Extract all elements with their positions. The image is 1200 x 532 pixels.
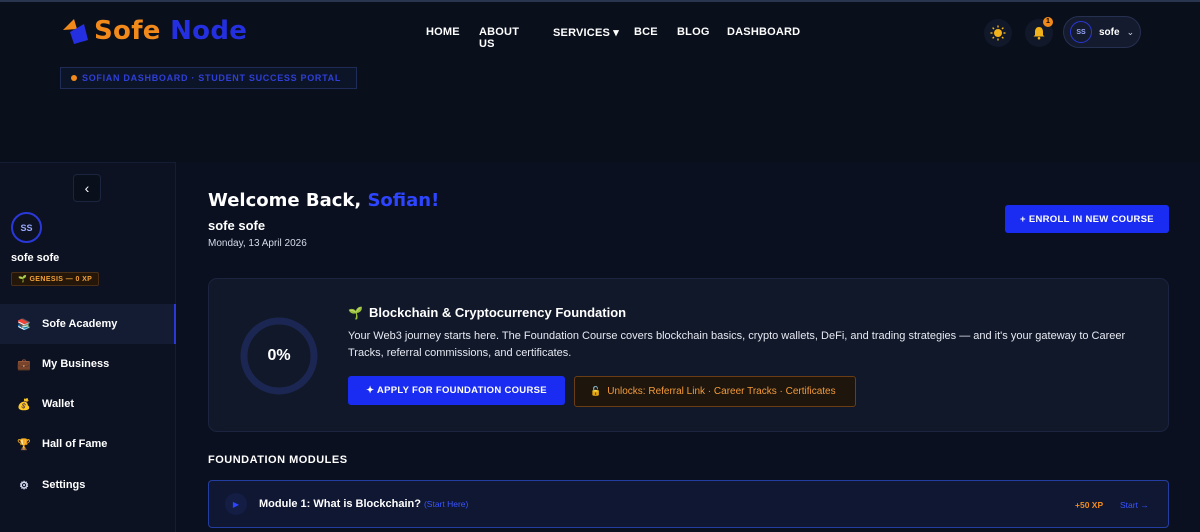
status-dot-icon: [71, 75, 77, 81]
user-menu-button[interactable]: SS sofe ⌄: [1063, 16, 1141, 48]
module-xp: +50 XP: [1075, 500, 1104, 510]
briefcase-icon: 💼: [17, 358, 31, 371]
unlocks-label: Unlocks: Referral Link · Career Tracks ·…: [607, 386, 836, 397]
chevron-down-icon: ⌄: [1126, 26, 1135, 37]
course-title: 🌱 Blockchain & Cryptocurrency Foundation: [348, 305, 627, 320]
sidebar-item-label: My Business: [42, 358, 110, 370]
module-start-link[interactable]: Start →: [1120, 500, 1149, 510]
module-hint: (Start Here): [423, 499, 469, 509]
nav-home[interactable]: HOME: [426, 26, 460, 38]
logo-text: Sofe Node: [94, 16, 248, 46]
course-description: Your Web3 journey starts here. The Found…: [348, 330, 1126, 359]
enroll-new-course-button[interactable]: + ENROLL IN NEW COURSE: [1005, 205, 1169, 233]
sidebar-item-sofe-academy[interactable]: 📚 Sofe Academy: [0, 304, 176, 344]
foundation-modules-heading: FOUNDATION MODULES: [208, 454, 348, 466]
xp-badge: 🌱 GENESIS — 0 XP: [11, 272, 100, 286]
page-title: Welcome Back, Sofian!: [208, 190, 440, 211]
sidebar-item-label: Settings: [42, 479, 86, 491]
sprout-icon: 🌱: [348, 305, 363, 320]
foundation-course-card: 0% 🌱 Blockchain & Cryptocurrency Foundat…: [208, 278, 1169, 432]
user-name: sofe: [1099, 26, 1120, 38]
apply-foundation-course-button[interactable]: ✦ APPLY FOR FOUNDATION COURSE: [348, 376, 565, 405]
sidebar-item-label: Wallet: [42, 398, 74, 410]
portal-tag-label: SOFIAN DASHBOARD · STUDENT SUCCESS PORTA…: [82, 73, 342, 83]
theme-toggle-button[interactable]: [984, 19, 1012, 47]
nav-dashboard[interactable]: DASHBOARD: [727, 26, 800, 38]
unlocks-tag: 🔓 Unlocks: Referral Link · Career Tracks…: [574, 376, 856, 407]
logo-mark-icon: [63, 19, 88, 44]
module-row[interactable]: ▶ Module 1: What is Blockchain? (Start He…: [208, 480, 1169, 528]
notification-count-badge: 1: [1043, 17, 1053, 27]
nav-services[interactable]: SERVICES ▾: [553, 26, 619, 39]
sidebar: ‹ SS sofe sofe 🌱 GENESIS — 0 XP 📚 Sofe A…: [0, 162, 176, 532]
sun-icon: [990, 25, 1006, 41]
portal-tag: SOFIAN DASHBOARD · STUDENT SUCCESS PORTA…: [60, 67, 357, 89]
sidebar-item-hall-of-fame[interactable]: 🏆 Hall of Fame: [0, 424, 176, 464]
nav-about-us[interactable]: ABOUT US: [479, 26, 519, 50]
sidebar-item-my-business[interactable]: 💼 My Business: [0, 344, 176, 384]
user-full-name: sofe sofe: [208, 218, 266, 233]
main-content: Welcome Back, Sofian! sofe sofe Monday, …: [176, 162, 1200, 532]
nav-blog[interactable]: BLOG: [677, 26, 710, 38]
logo[interactable]: Sofe Node: [60, 16, 247, 46]
module-title: Module 1: What is Blockchain? (Start Here…: [259, 498, 469, 510]
collapse-sidebar-button[interactable]: ‹: [73, 174, 101, 202]
sidebar-item-label: Sofe Academy: [42, 318, 118, 330]
play-icon[interactable]: ▶: [225, 493, 247, 515]
sidebar-avatar: SS: [11, 212, 42, 243]
nav-bce[interactable]: BCE: [634, 26, 658, 38]
trophy-icon: 🏆: [17, 438, 31, 451]
current-date: Monday, 13 April 2026: [208, 238, 307, 249]
sidebar-item-settings[interactable]: ⚙ Settings: [0, 465, 176, 505]
sidebar-user-name: sofe sofe: [11, 252, 60, 264]
sidebar-item-label: Hall of Fame: [42, 438, 108, 450]
unlock-icon: 🔓: [590, 386, 602, 396]
avatar: SS: [1070, 21, 1092, 43]
books-icon: 📚: [17, 318, 31, 331]
money-bag-icon: 💰: [17, 398, 31, 411]
sidebar-item-wallet[interactable]: 💰 Wallet: [0, 384, 176, 424]
bell-icon: [1033, 27, 1045, 40]
progress-percent: 0%: [267, 347, 291, 364]
top-navbar: Sofe Node HOME ABOUT US SERVICES ▾ BCE B…: [0, 0, 1200, 62]
gear-icon: ⚙: [19, 479, 29, 492]
